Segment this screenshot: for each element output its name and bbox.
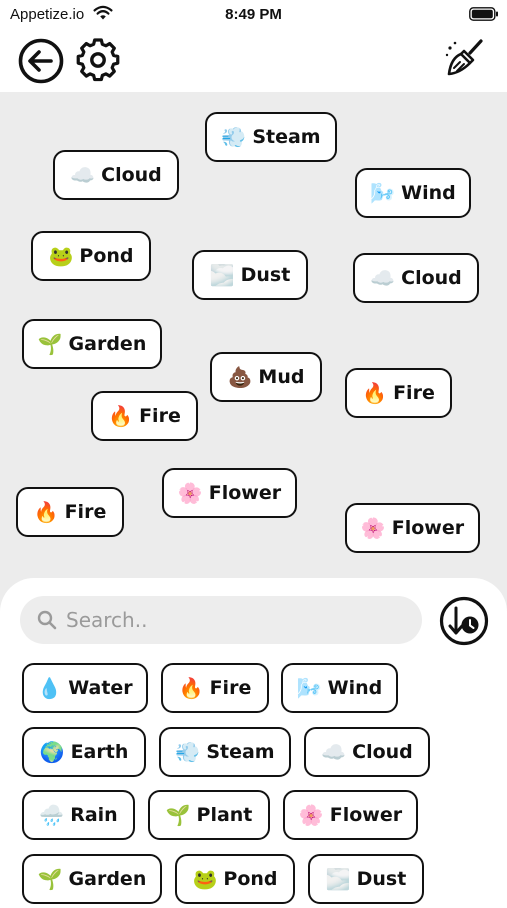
gear-icon[interactable] bbox=[76, 38, 120, 82]
status-bar: Appetize.io 8:49 PM bbox=[0, 0, 507, 30]
canvas-element-wind[interactable]: 🌬️ Wind bbox=[355, 168, 471, 218]
element-label: Fire bbox=[209, 677, 252, 699]
top-toolbar bbox=[0, 30, 507, 92]
dust-icon: 🌫️ bbox=[325, 867, 351, 891]
dust-icon: 🌫️ bbox=[209, 263, 235, 287]
element-label: Mud bbox=[258, 366, 305, 388]
element-label: Pond bbox=[223, 868, 278, 890]
element-label: Water bbox=[68, 677, 133, 699]
wind-icon: 🌬️ bbox=[370, 181, 396, 205]
inventory-item-plant[interactable]: 🌱 Plant bbox=[148, 790, 270, 840]
canvas-element-garden[interactable]: 🌱 Garden bbox=[22, 319, 162, 369]
element-label: Pond bbox=[79, 245, 134, 267]
inventory-item-cloud[interactable]: ☁️ Cloud bbox=[304, 727, 430, 777]
inventory-item-dust[interactable]: 🌫️ Dust bbox=[308, 854, 424, 904]
globe-icon: 🌍 bbox=[39, 740, 65, 764]
inventory-item-earth[interactable]: 🌍 Earth bbox=[22, 727, 146, 777]
sort-by-time-icon[interactable] bbox=[439, 596, 489, 646]
frog-icon: 🐸 bbox=[48, 244, 74, 268]
fire-icon: 🔥 bbox=[178, 676, 204, 700]
element-label: Dust bbox=[240, 264, 291, 286]
element-label: Earth bbox=[70, 741, 129, 763]
inventory-panel: 💧 Water 🔥 Fire 🌬️ Wind 🌍 Earth 💨 Steam ☁… bbox=[0, 578, 507, 908]
seedling-icon: 🌱 bbox=[37, 332, 63, 356]
canvas-element-steam[interactable]: 💨 Steam bbox=[205, 112, 337, 162]
blossom-icon: 🌸 bbox=[298, 803, 324, 827]
element-label: Cloud bbox=[352, 741, 413, 763]
canvas-element-fire[interactable]: 🔥 Fire bbox=[345, 368, 452, 418]
inventory-item-fire[interactable]: 🔥 Fire bbox=[161, 663, 269, 713]
cloud-icon: ☁️ bbox=[370, 266, 396, 290]
element-label: Flower bbox=[329, 804, 403, 826]
blossom-icon: 🌸 bbox=[177, 481, 203, 505]
search-icon bbox=[37, 610, 57, 630]
inventory-item-rain[interactable]: 🌧️ Rain bbox=[22, 790, 135, 840]
canvas-element-cloud[interactable]: ☁️ Cloud bbox=[53, 150, 179, 200]
search-input[interactable] bbox=[64, 607, 388, 633]
element-label: Wind bbox=[401, 182, 456, 204]
element-label: Flower bbox=[391, 517, 465, 539]
fire-icon: 🔥 bbox=[33, 500, 59, 524]
droplet-icon: 💧 bbox=[37, 676, 63, 700]
canvas-element-fire[interactable]: 🔥 Fire bbox=[91, 391, 198, 441]
frog-icon: 🐸 bbox=[192, 867, 218, 891]
steam-icon: 💨 bbox=[221, 125, 247, 149]
seedling-icon: 🌱 bbox=[165, 803, 191, 827]
element-label: Dust bbox=[356, 868, 407, 890]
canvas-element-cloud[interactable]: ☁️ Cloud bbox=[353, 253, 479, 303]
cloud-icon: ☁️ bbox=[70, 163, 96, 187]
element-label: Fire bbox=[139, 405, 181, 427]
cloud-icon: ☁️ bbox=[321, 740, 347, 764]
element-label: Garden bbox=[68, 868, 147, 890]
canvas-element-flower[interactable]: 🌸 Flower bbox=[345, 503, 480, 553]
canvas-element-mud[interactable]: 💩 Mud bbox=[210, 352, 322, 402]
search-bar[interactable] bbox=[20, 596, 422, 644]
inventory-item-wind[interactable]: 🌬️ Wind bbox=[281, 663, 398, 713]
element-label: Wind bbox=[327, 677, 383, 699]
playground-canvas[interactable]: 💨 Steam ☁️ Cloud 🌬️ Wind 🐸 Pond 🌫️ Dust … bbox=[0, 92, 507, 612]
element-label: Rain bbox=[70, 804, 118, 826]
fire-icon: 🔥 bbox=[108, 404, 134, 428]
element-label: Cloud bbox=[401, 267, 462, 289]
inventory-item-water[interactable]: 💧 Water bbox=[22, 663, 148, 713]
inventory-item-garden[interactable]: 🌱 Garden bbox=[22, 854, 162, 904]
element-label: Garden bbox=[68, 333, 147, 355]
rain-cloud-icon: 🌧️ bbox=[39, 803, 65, 827]
wind-icon: 🌬️ bbox=[296, 676, 322, 700]
element-label: Plant bbox=[196, 804, 253, 826]
element-label: Steam bbox=[206, 741, 275, 763]
battery-icon bbox=[469, 7, 498, 21]
element-label: Fire bbox=[393, 382, 435, 404]
broom-icon[interactable] bbox=[444, 36, 488, 80]
blossom-icon: 🌸 bbox=[360, 516, 386, 540]
inventory-item-steam[interactable]: 💨 Steam bbox=[159, 727, 291, 777]
seedling-icon: 🌱 bbox=[37, 867, 63, 891]
status-time: 8:49 PM bbox=[225, 6, 282, 23]
element-label: Steam bbox=[252, 126, 321, 148]
canvas-element-pond[interactable]: 🐸 Pond bbox=[31, 231, 151, 281]
element-label: Flower bbox=[208, 482, 282, 504]
steam-icon: 💨 bbox=[175, 740, 201, 764]
mud-icon: 💩 bbox=[227, 365, 253, 389]
fire-icon: 🔥 bbox=[362, 381, 388, 405]
canvas-element-flower[interactable]: 🌸 Flower bbox=[162, 468, 297, 518]
inventory-item-pond[interactable]: 🐸 Pond bbox=[175, 854, 295, 904]
element-label: Cloud bbox=[101, 164, 162, 186]
element-label: Fire bbox=[64, 501, 107, 523]
back-button[interactable] bbox=[18, 38, 64, 84]
canvas-element-dust[interactable]: 🌫️ Dust bbox=[192, 250, 308, 300]
canvas-element-fire[interactable]: 🔥 Fire bbox=[16, 487, 124, 537]
inventory-item-flower[interactable]: 🌸 Flower bbox=[283, 790, 418, 840]
